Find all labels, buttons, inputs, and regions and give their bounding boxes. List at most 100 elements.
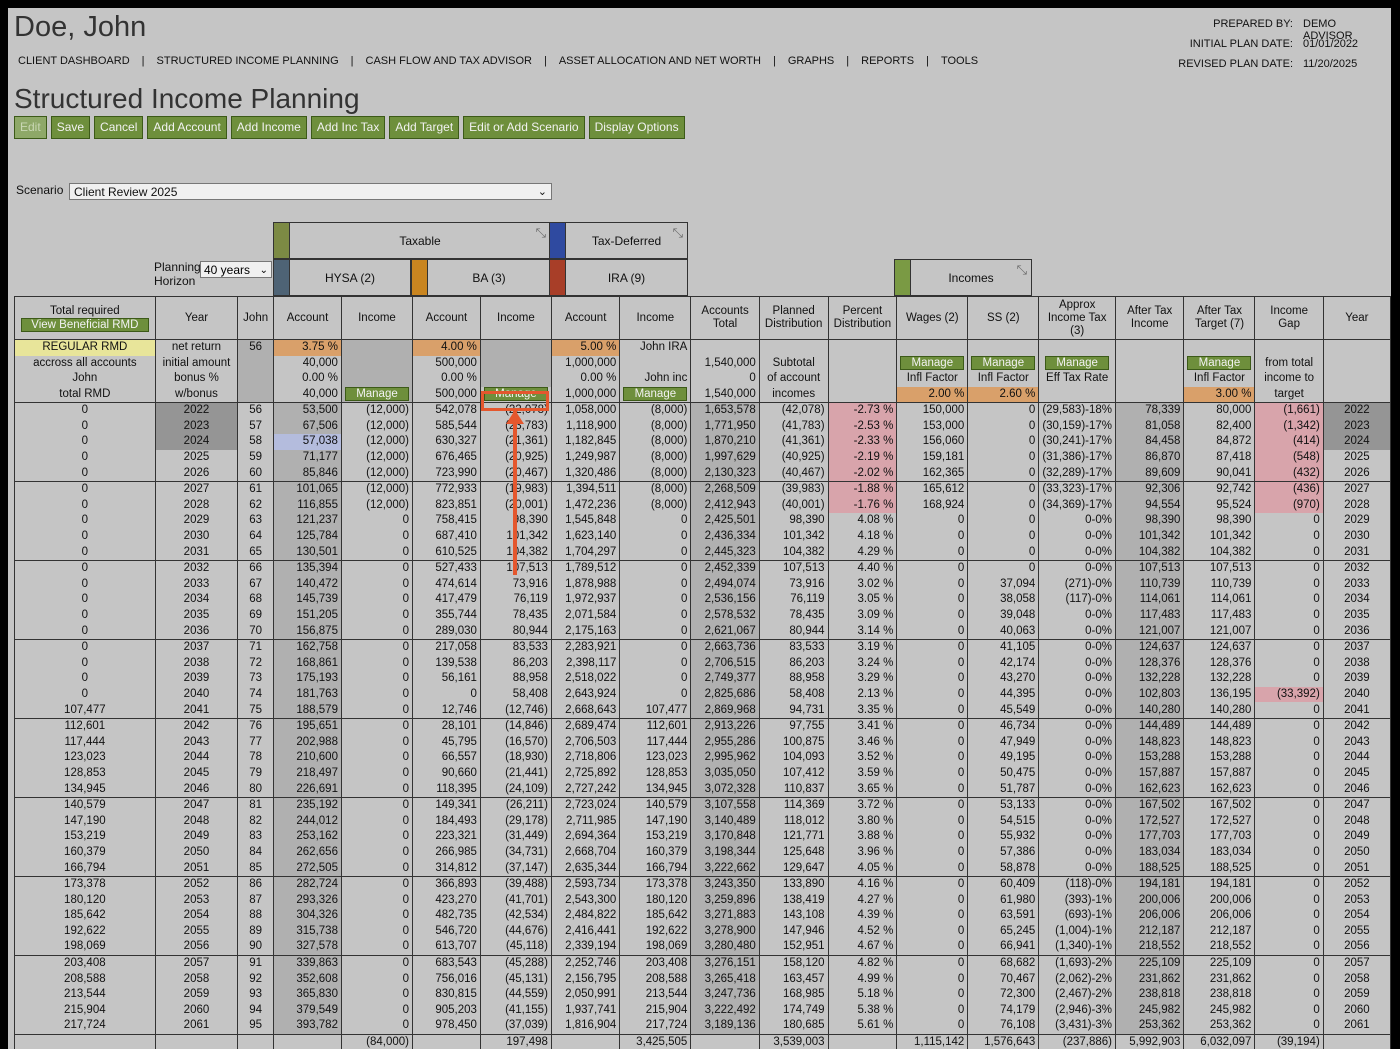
data-cell: 104,382	[1183, 544, 1256, 561]
data-cell: 110,739	[1183, 576, 1256, 593]
toolbar-button[interactable]: Add Income	[230, 116, 307, 139]
data-cell: 2051	[154, 860, 239, 877]
data-cell: 2,071,584	[550, 607, 621, 624]
nav-link[interactable]: REPORTS	[861, 55, 914, 67]
toolbar-button[interactable]: Save	[50, 116, 91, 139]
data-cell: 85,846	[273, 465, 342, 482]
config-cell	[1183, 339, 1256, 356]
data-cell: 83	[237, 829, 275, 845]
page-title: Structured Income Planning	[14, 83, 360, 114]
group-hysa[interactable]: HYSA (2)	[289, 259, 411, 296]
collapse-icon[interactable]: ⤡	[1017, 262, 1027, 278]
data-cell: 0	[896, 513, 969, 529]
table-row: 134,945 2046 80 226,691 0 118,395 (24,109) 2,72…	[14, 781, 1391, 798]
data-cell: 94,731	[758, 702, 829, 719]
toolbar-button[interactable]: Edit	[14, 116, 47, 139]
data-cell: 212,187	[1114, 923, 1185, 940]
data-cell: 2055	[154, 923, 239, 940]
data-cell: 417,479	[411, 592, 481, 608]
scenario-select[interactable]: Client Review 2025 ⌄	[69, 183, 552, 200]
data-cell: 2056	[1322, 939, 1391, 956]
nav-link[interactable]: CASH FLOW AND TAX ADVISOR	[366, 55, 532, 67]
toolbar-button[interactable]: Add Account	[147, 116, 227, 139]
nav-link[interactable]: STRUCTURED INCOME PLANNING	[157, 55, 339, 67]
data-cell: 2045	[1322, 765, 1391, 782]
table-row: 0 2040 74 181,763 0 0 58,408 2,643,924 0 2,825,68…	[14, 686, 1391, 703]
data-cell: 149,341	[411, 796, 481, 814]
data-cell: 2028	[1322, 497, 1391, 514]
data-cell: 1,058,000	[550, 401, 621, 419]
data-cell: 4.16 %	[827, 875, 898, 893]
data-cell: 56	[237, 401, 275, 419]
config-cell: 40,000	[273, 355, 342, 371]
data-cell: 3.46 %	[827, 734, 898, 751]
config-cell	[690, 339, 760, 356]
group-ba[interactable]: BA (3)	[427, 259, 551, 296]
data-cell: 0	[340, 875, 413, 893]
data-cell: 57,038	[273, 434, 342, 450]
hysa-label: HYSA (2)	[324, 270, 375, 285]
data-cell: 0-0%	[1038, 623, 1116, 640]
data-cell: 0	[619, 544, 692, 561]
chevron-down-icon: ⌄	[537, 186, 547, 198]
manage-button[interactable]: Manage	[623, 386, 688, 401]
data-cell: 244,012	[273, 813, 342, 830]
manage-button[interactable]: Manage	[971, 355, 1036, 370]
toolbar-button[interactable]: Add Target	[389, 116, 460, 139]
data-cell: 0	[619, 671, 692, 687]
nav-separator: |	[141, 55, 145, 67]
data-cell: 53,133	[967, 796, 1040, 814]
table-row: 180,120 2053 87 293,326 0 423,270 (41,701) 2,54…	[14, 892, 1391, 908]
data-cell: 2027	[154, 480, 239, 498]
data-cell: 194,181	[1183, 875, 1256, 893]
manage-button[interactable]: Manage	[344, 386, 409, 401]
data-cell: 2061	[154, 1018, 239, 1035]
data-cell: 83,533	[479, 638, 552, 656]
data-cell: 4.39 %	[827, 908, 898, 924]
data-cell: 3.41 %	[827, 717, 898, 735]
manage-button[interactable]: Manage	[1045, 355, 1110, 370]
data-cell: 0	[967, 559, 1040, 577]
data-cell: 0-0%	[1038, 638, 1116, 656]
data-cell: 0	[340, 796, 413, 814]
data-cell: 4.67 %	[827, 939, 898, 956]
data-cell: 0	[340, 954, 413, 972]
data-cell: 102,803	[1114, 686, 1185, 703]
toolbar-button[interactable]: Edit or Add Scenario	[463, 116, 585, 139]
horizon-select[interactable]: 40 years ⌄	[200, 261, 272, 278]
table-row: 217,724 2061 95 393,782 0 978,450 (37,039) 1,81…	[14, 1018, 1391, 1035]
manage-button[interactable]: Manage	[900, 355, 965, 370]
config-cell	[1322, 371, 1391, 387]
data-cell: (12,000)	[340, 401, 413, 419]
column-header: After Tax Income	[1114, 296, 1185, 340]
nav-link[interactable]: TOOLS	[941, 55, 978, 67]
data-cell: 2031	[1322, 544, 1391, 561]
collapse-icon[interactable]: ⤡	[536, 225, 546, 241]
data-cell: 215,904	[14, 1002, 156, 1019]
data-cell: 3.19 %	[827, 638, 898, 656]
nav-link[interactable]: GRAPHS	[788, 55, 834, 67]
data-cell: (12,746)	[479, 702, 552, 719]
toolbar-button[interactable]: Cancel	[94, 116, 144, 139]
toolbar: Edit Save Cancel Add Account Add Income Add I…	[14, 116, 685, 139]
nav-link[interactable]: ASSET ALLOCATION AND NET WORTH	[559, 55, 761, 67]
toolbar-button[interactable]: Add Inc Tax	[310, 116, 386, 139]
view-beneficial-rmd-button[interactable]: View Beneficial RMD	[20, 317, 149, 332]
nav-link[interactable]: CLIENT DASHBOARD	[18, 55, 130, 67]
toolbar-button[interactable]: Display Options	[588, 116, 685, 139]
group-ira[interactable]: IRA (9)	[565, 259, 688, 296]
data-cell: 978,450	[411, 1018, 481, 1035]
manage-button[interactable]: Manage	[1187, 355, 1252, 370]
data-cell: 208,588	[14, 971, 156, 987]
data-cell: 2,621,067	[690, 623, 760, 640]
config-cell: 2.00 %	[896, 386, 969, 403]
data-cell: 683,543	[411, 954, 481, 972]
data-cell: 104,382	[758, 544, 829, 561]
data-cell: 173,378	[14, 875, 156, 893]
data-cell: 3.09 %	[827, 607, 898, 624]
data-cell: 293,326	[273, 892, 342, 908]
data-cell: 0	[1254, 702, 1324, 719]
data-cell: 192,622	[14, 923, 156, 940]
collapse-icon[interactable]: ⤡	[673, 225, 683, 241]
data-cell: (432)	[1254, 465, 1324, 482]
